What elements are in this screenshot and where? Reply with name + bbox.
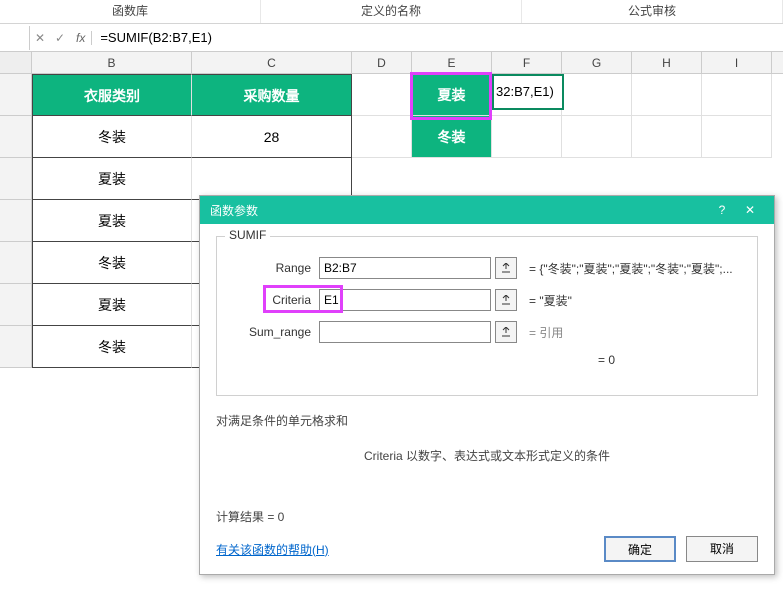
arg-range-label: Range xyxy=(229,261,319,275)
name-box[interactable] xyxy=(0,26,30,50)
collapse-dialog-icon[interactable] xyxy=(495,289,517,311)
arg-sumrange-label: Sum_range xyxy=(229,325,319,339)
dialog-close-icon[interactable]: ✕ xyxy=(736,203,764,217)
arg-sumrange-input[interactable] xyxy=(319,321,491,343)
dialog-titlebar[interactable]: 函数参数 ? ✕ xyxy=(200,196,774,224)
cell-B3[interactable]: 夏装 xyxy=(32,158,192,200)
cell-G1[interactable] xyxy=(562,74,632,116)
arg-final-result: = 0 xyxy=(598,353,615,367)
accept-icon[interactable]: ✓ xyxy=(50,26,70,50)
cell-D2[interactable] xyxy=(352,116,412,158)
arg-criteria-result: = "夏装" xyxy=(529,292,572,309)
arg-sumrange-result: = 引用 xyxy=(529,324,563,341)
function-name-label: SUMIF xyxy=(225,228,270,242)
cell-D1[interactable] xyxy=(352,74,412,116)
col-header-G[interactable]: G xyxy=(562,52,632,73)
cell-B6[interactable]: 夏装 xyxy=(32,284,192,326)
cell-E1[interactable]: 夏装 xyxy=(412,74,492,116)
row-header[interactable] xyxy=(0,242,32,284)
col-header-E[interactable]: E xyxy=(412,52,492,73)
cell-G2[interactable] xyxy=(562,116,632,158)
col-header-F[interactable]: F xyxy=(492,52,562,73)
cell-E2[interactable]: 冬装 xyxy=(412,116,492,158)
row-header[interactable] xyxy=(0,116,32,158)
formula-input[interactable]: =SUMIF(B2:B7,E1) xyxy=(92,26,783,50)
col-header-D[interactable]: D xyxy=(352,52,412,73)
collapse-dialog-icon[interactable] xyxy=(495,257,517,279)
row-header[interactable] xyxy=(0,326,32,368)
cell-C2[interactable]: 28 xyxy=(192,116,352,158)
row-header[interactable] xyxy=(0,284,32,326)
row-header[interactable] xyxy=(0,74,32,116)
arg-criteria-input[interactable] xyxy=(319,289,491,311)
help-link[interactable]: 有关该函数的帮助(H) xyxy=(216,541,329,558)
active-cell-F1[interactable]: 32:B7,E1) xyxy=(492,74,564,110)
col-header-C[interactable]: C xyxy=(192,52,352,73)
cell-B2[interactable]: 冬装 xyxy=(32,116,192,158)
function-description: 对满足条件的单元格求和 xyxy=(216,412,758,429)
cell-B7[interactable]: 冬装 xyxy=(32,326,192,368)
cancel-button[interactable]: 取消 xyxy=(686,536,758,562)
cell-C1[interactable]: 采购数量 xyxy=(192,74,352,116)
col-header-I[interactable]: I xyxy=(702,52,772,73)
select-all-cell[interactable] xyxy=(0,52,32,73)
ribbon-group-formulaaudit: 公式审核 xyxy=(522,0,783,23)
formula-bar: ✕ ✓ fx =SUMIF(B2:B7,E1) xyxy=(0,24,783,52)
cell-I2[interactable] xyxy=(702,116,772,158)
ribbon-group-functions: 函数库 xyxy=(0,0,261,23)
cancel-icon[interactable]: ✕ xyxy=(30,26,50,50)
cell-B1[interactable]: 衣服类别 xyxy=(32,74,192,116)
row-header[interactable] xyxy=(0,200,32,242)
collapse-dialog-icon[interactable] xyxy=(495,321,517,343)
ok-button[interactable]: 确定 xyxy=(604,536,676,562)
ribbon-group-definednames: 定义的名称 xyxy=(261,0,522,23)
cell-H1[interactable] xyxy=(632,74,702,116)
cell-I1[interactable] xyxy=(702,74,772,116)
dialog-help-icon[interactable]: ? xyxy=(708,203,736,217)
cell-B4[interactable]: 夏装 xyxy=(32,200,192,242)
cell-F2[interactable] xyxy=(492,116,562,158)
fx-icon[interactable]: fx xyxy=(70,31,92,45)
args-group: SUMIF Range = {"冬装";"夏装";"夏装";"冬装";"夏装";… xyxy=(216,236,758,396)
arg-range-input[interactable] xyxy=(319,257,491,279)
cell-H2[interactable] xyxy=(632,116,702,158)
col-header-B[interactable]: B xyxy=(32,52,192,73)
calc-result-label: 计算结果 = 0 xyxy=(216,508,758,525)
arg-criteria-label: Criteria xyxy=(229,293,319,307)
argument-description: Criteria 以数字、表达式或文本形式定义的条件 xyxy=(216,447,758,464)
row-header[interactable] xyxy=(0,158,32,200)
arg-range-result: = {"冬装";"夏装";"夏装";"冬装";"夏装";... xyxy=(529,260,733,277)
cell-C3[interactable] xyxy=(192,158,352,200)
dialog-title: 函数参数 xyxy=(210,202,708,219)
col-header-H[interactable]: H xyxy=(632,52,702,73)
cell-B5[interactable]: 冬装 xyxy=(32,242,192,284)
function-arguments-dialog: 函数参数 ? ✕ SUMIF Range = {"冬装";"夏装";"夏装";"… xyxy=(199,195,775,575)
